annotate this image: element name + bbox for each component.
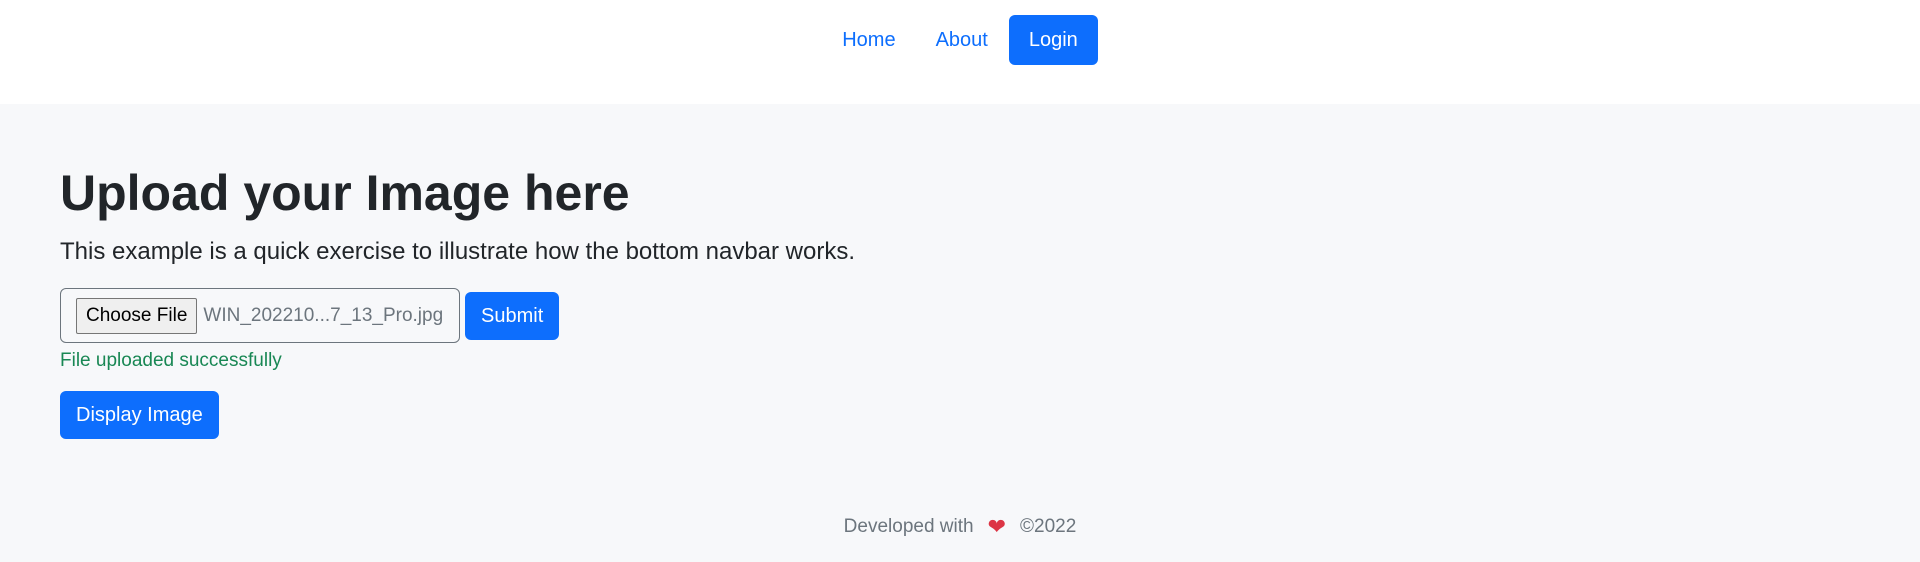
footer-text: Developed with xyxy=(843,516,974,537)
upload-section: Upload your Image here This example is a… xyxy=(0,104,1920,504)
choose-file-button[interactable]: Choose File xyxy=(76,297,198,334)
heart-icon: ❤ xyxy=(987,514,1007,539)
page-description: This example is a quick exercise to illu… xyxy=(60,238,856,265)
upload-form: Choose File WIN_202210...7_13_Pro.jpg Su… xyxy=(60,288,1860,343)
nav-home-link[interactable]: Home xyxy=(822,15,915,65)
footer-copyright: ©2022 xyxy=(1020,516,1077,537)
footer: Developed with ❤ ©2022 xyxy=(0,504,1920,562)
page-title: Upload your Image here xyxy=(60,165,630,221)
display-image-button[interactable]: Display Image xyxy=(60,391,219,439)
selected-file-name: WIN_202210...7_13_Pro.jpg xyxy=(203,304,444,326)
top-navbar: Home About Login xyxy=(0,0,1920,104)
nav-list: Home About Login xyxy=(822,15,1098,65)
upload-status-message: File uploaded successfully xyxy=(60,350,282,371)
nav-about-link[interactable]: About xyxy=(916,15,1008,65)
submit-button[interactable]: Submit xyxy=(465,291,560,340)
file-input[interactable]: Choose File WIN_202210...7_13_Pro.jpg xyxy=(60,288,460,343)
nav-login-button[interactable]: Login xyxy=(1008,15,1098,65)
